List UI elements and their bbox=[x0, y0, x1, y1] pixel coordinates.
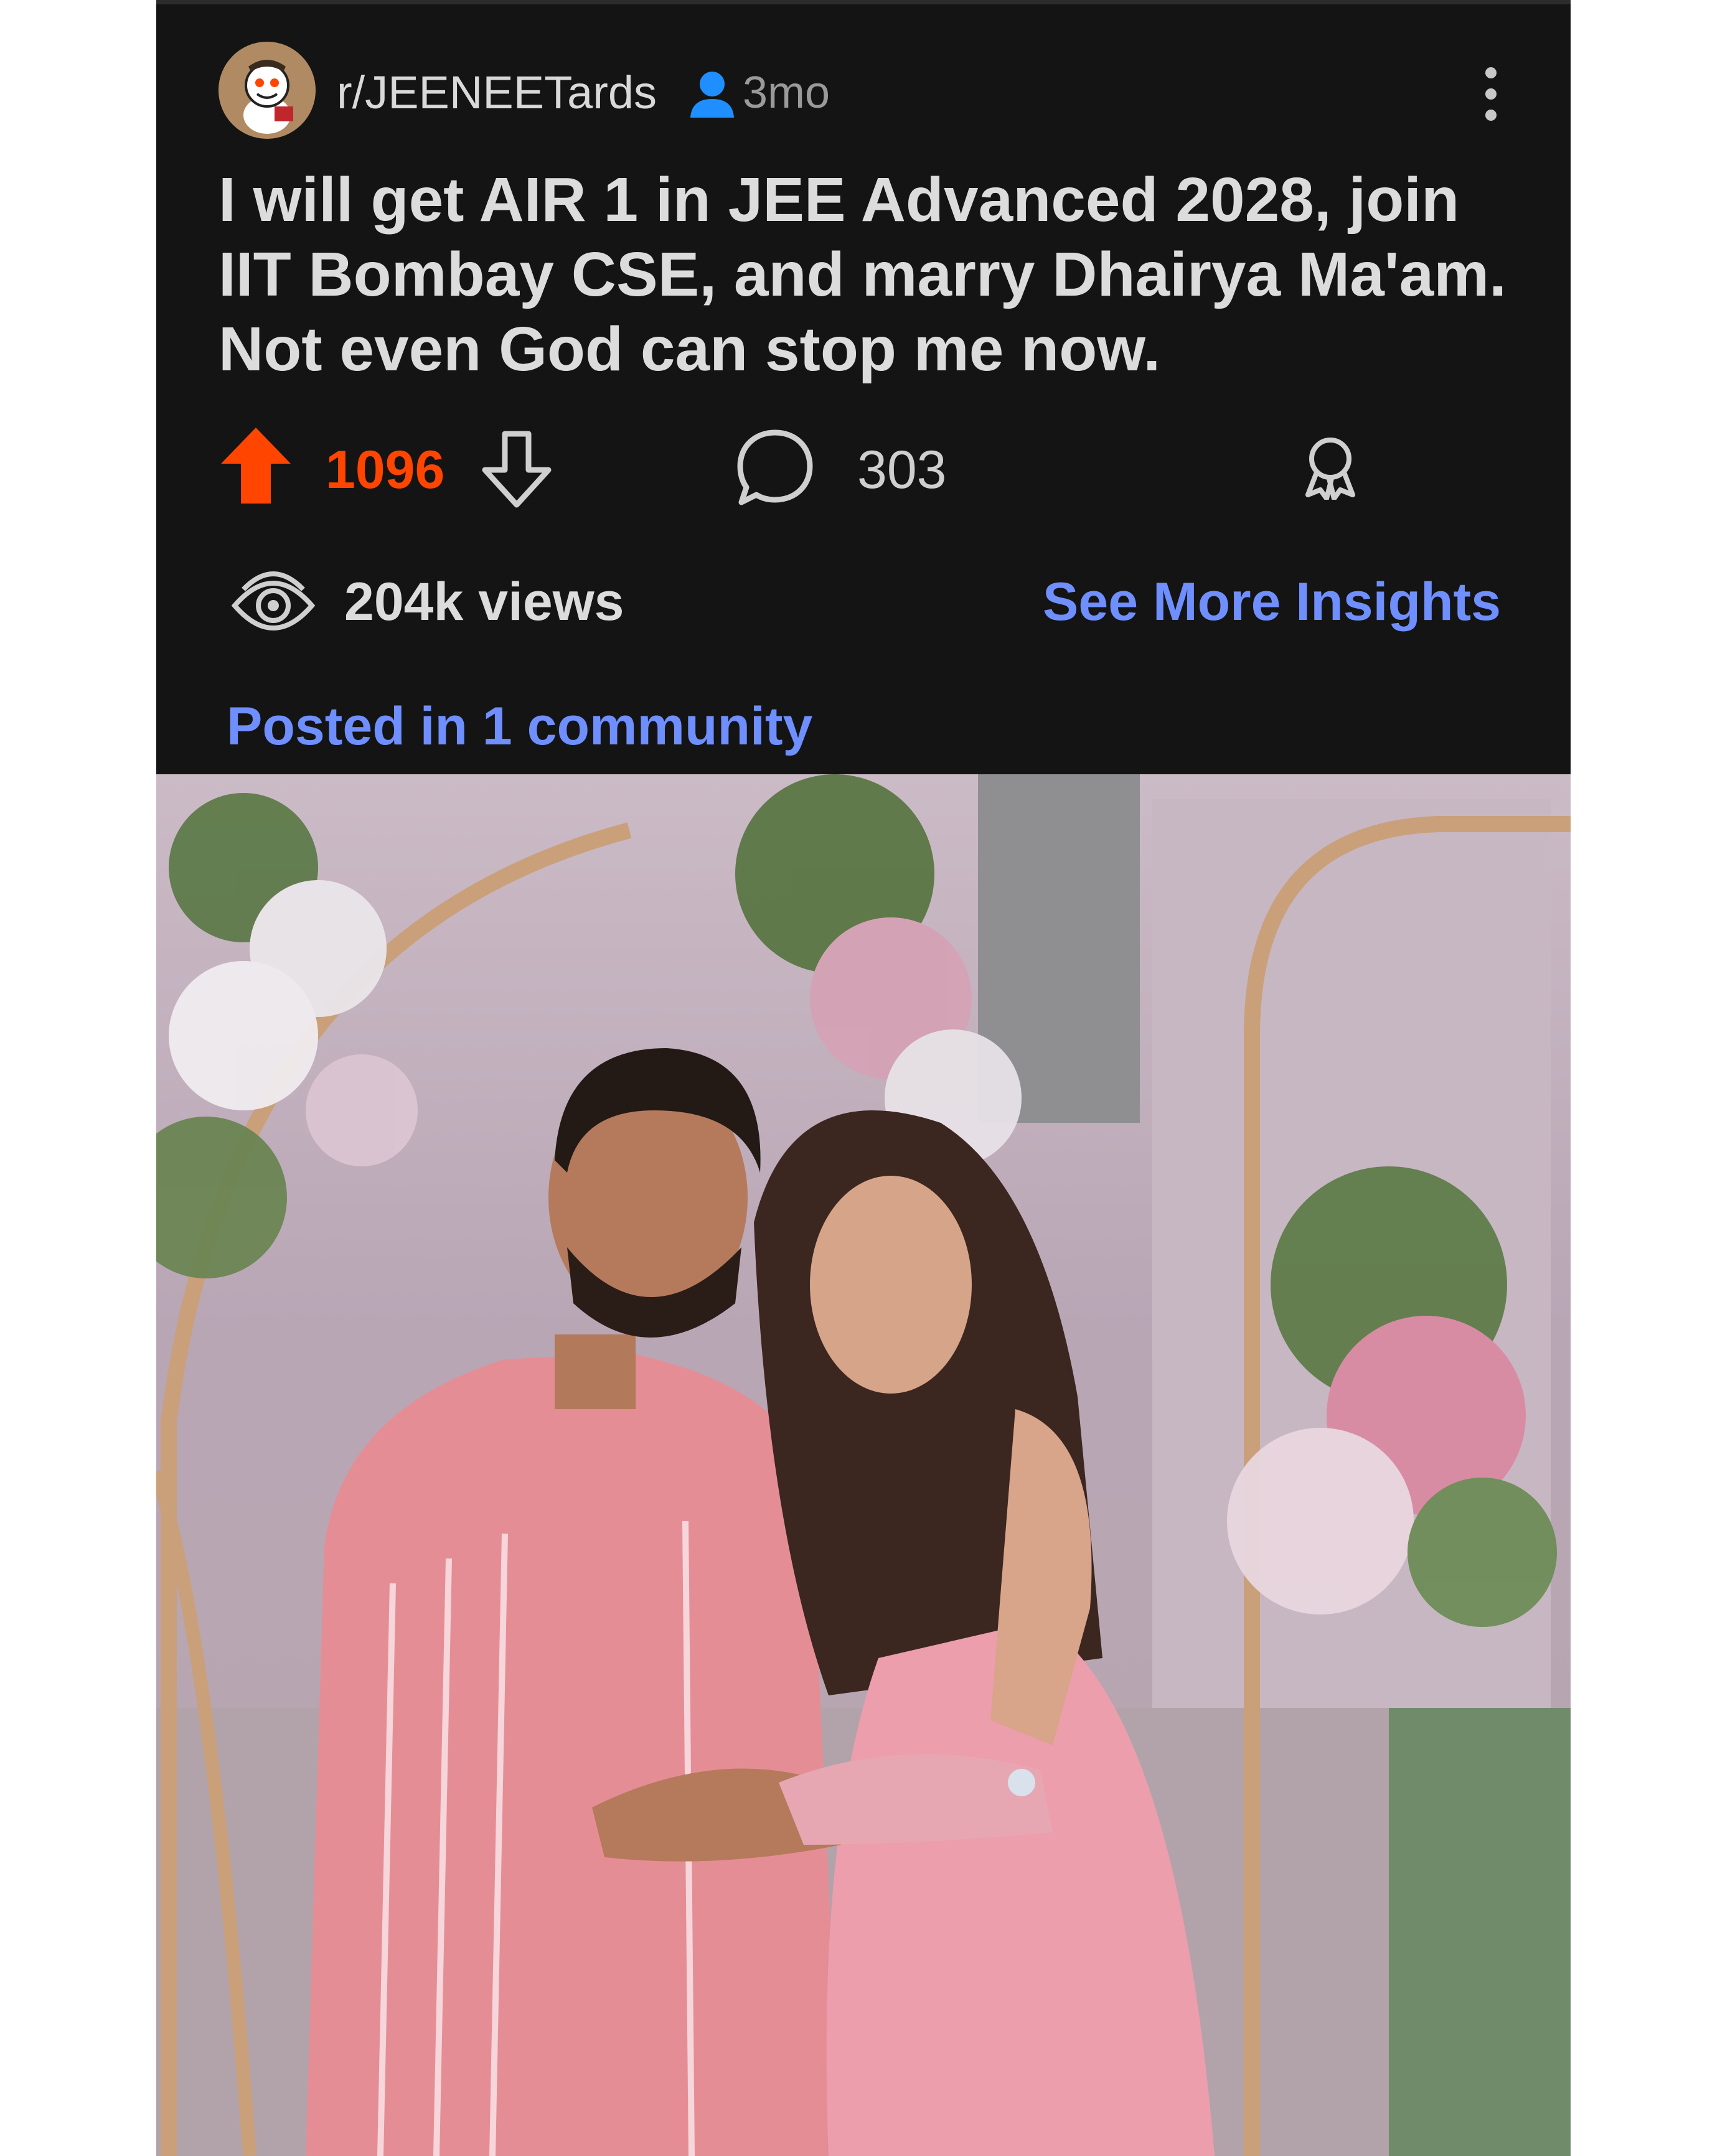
speech-bubble-icon[interactable] bbox=[735, 428, 815, 507]
post-card: r/JEENEETards 3mo I will get AIR 1 in JE… bbox=[156, 0, 1571, 774]
arrow-up-icon[interactable] bbox=[219, 425, 293, 506]
comment-count[interactable]: 303 bbox=[857, 440, 947, 500]
community-name[interactable]: r/JEENEETards bbox=[337, 67, 657, 119]
post-title[interactable]: I will get AIR 1 in JEE Advanced 2028, j… bbox=[219, 162, 1526, 387]
snoo-avatar-icon bbox=[219, 42, 316, 139]
more-vertical-icon[interactable] bbox=[1478, 64, 1503, 124]
view-count: 204k views bbox=[344, 572, 624, 632]
community-avatar[interactable] bbox=[219, 42, 316, 139]
person-icon bbox=[690, 72, 734, 118]
vote-score: 1096 bbox=[326, 440, 445, 500]
arrow-down-icon[interactable] bbox=[480, 430, 553, 509]
posted-in-community-link[interactable]: Posted in 1 community bbox=[227, 696, 812, 756]
award-ribbon-icon[interactable] bbox=[1299, 435, 1361, 500]
post-image[interactable] bbox=[156, 774, 1571, 2156]
eye-icon bbox=[231, 571, 316, 630]
post-age: 3mo bbox=[743, 68, 830, 118]
post-photo bbox=[156, 774, 1571, 2156]
see-more-insights-link[interactable]: See More Insights bbox=[1043, 572, 1501, 632]
